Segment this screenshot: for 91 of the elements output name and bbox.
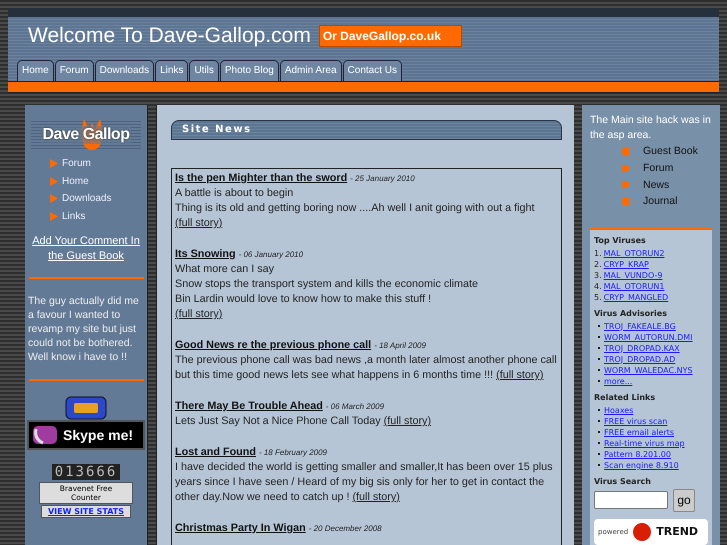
news-title-link[interactable]: Lost and Found <box>175 446 256 458</box>
advisory-link[interactable]: TROJ_DROPAD.KAX <box>604 344 680 353</box>
sidebar-link[interactable]: Forum <box>50 155 112 172</box>
related-link[interactable]: Scan engine 8.910 <box>604 460 679 470</box>
bullet-icon <box>622 164 629 172</box>
view-stats-link[interactable]: VIEW SITE STATS <box>40 505 132 518</box>
advisory-link[interactable]: WORM_AUTORUN.DMI <box>604 332 693 342</box>
news-text: A battle is about to begin <box>175 186 294 201</box>
news-title-link[interactable]: There May Be Trouble Ahead <box>175 400 323 412</box>
full-story-link[interactable]: (full story) <box>175 308 222 320</box>
panel-heading: Virus Search <box>594 476 652 486</box>
virus-link[interactable]: MAL_VUNDO-9 <box>604 270 662 280</box>
news-text: What more can I say <box>175 262 276 277</box>
virus-link[interactable]: MAL_OTORUN2 <box>604 248 664 258</box>
panel-heading: Related Links <box>594 392 656 402</box>
skype-button[interactable]: Skype me! <box>27 420 145 450</box>
news-text: Lets Just Say Not a Nice Phone Call Today (full story) <box>175 414 432 429</box>
advisory-link[interactable]: more... <box>604 376 632 386</box>
full-story-link[interactable]: (full story) <box>384 415 432 427</box>
related-link[interactable]: Real-time virus map <box>604 438 685 448</box>
news-date: - 25 January 2010 <box>350 174 415 183</box>
related-link[interactable]: Pattern 8.201.00 <box>604 450 671 459</box>
nav-tab[interactable]: Links <box>155 60 188 81</box>
advisory-link[interactable]: WORM_WALEDAC.NYS <box>604 366 693 375</box>
news-title-link[interactable]: Is the pen Mighter than the sword <box>175 172 348 184</box>
sidebar-link[interactable]: Home <box>50 172 112 190</box>
virus-link[interactable]: CRYP_KRAP <box>604 260 649 269</box>
news-text: The previous phone call was bad news ,a month later almost another phone call but this time good news lets see what happens in 6 months time !!! (full story) <box>175 353 558 383</box>
triangle-bullet-icon <box>50 212 58 221</box>
news-text: I have decided the world is getting smaller and smaller,It has been over 15 plus years since I have seen / Heard of my big sis only for her to get in contact the other day.Now we need to catch up ! (full story) <box>175 460 554 505</box>
section-header: Site News <box>171 120 562 140</box>
area-label: Forum <box>643 162 674 174</box>
rank-number: 4. <box>594 282 602 291</box>
sidebar-link[interactable]: Links <box>50 208 112 225</box>
panel-heading: Top Viruses <box>594 236 647 245</box>
quote-text: The guy actually did me a favour I wanted to revamp my site but just could not be bothered. Well know i have to !! <box>28 294 140 364</box>
advisory-link[interactable]: TROJ_FAKEALE.BG <box>604 322 676 331</box>
nav-tab[interactable]: Downloads <box>94 60 154 81</box>
virus-link[interactable]: MAL_OTORUN1 <box>604 282 664 291</box>
ball-icon <box>632 522 652 542</box>
bullet-icon <box>622 198 629 205</box>
nav-tab[interactable]: Admin Area <box>280 60 342 81</box>
hack-note: The Main site hack was in the asp area. <box>590 113 712 143</box>
site-title: Welcome To Dave-Gallop.com <box>28 24 311 48</box>
triangle-bullet-icon <box>50 194 58 204</box>
news-title-link[interactable]: Christmas Party In Wigan <box>175 522 306 534</box>
news-date: - 18 April 2009 <box>374 341 426 350</box>
full-story-link[interactable]: (full story) <box>352 491 400 503</box>
search-field[interactable] <box>594 491 668 510</box>
nav-tab[interactable]: Forum <box>54 60 94 81</box>
rank-number: 5. <box>594 292 602 302</box>
full-story-link[interactable]: (full story) <box>496 369 544 381</box>
news-date: - 18 February 2009 <box>258 448 328 457</box>
nav-tab[interactable]: Home <box>17 60 54 81</box>
bullet-icon <box>622 148 629 155</box>
hit-counter: 013666 <box>52 464 120 480</box>
guestbook-link[interactable]: Add Your Comment In the Guest Book <box>28 234 144 264</box>
rank-number: 3. <box>594 270 602 280</box>
sidebar-link[interactable]: Downloads <box>50 190 112 208</box>
news-title-link[interactable]: Good News re the previous phone call <box>175 339 372 351</box>
news-date: - 06 March 2009 <box>326 402 384 411</box>
alt-domain-label: Or DaveGallop.co.uk <box>318 25 462 47</box>
virus-link[interactable]: CRYP_MANGLED <box>604 292 668 302</box>
related-link[interactable]: FREE email alerts <box>604 428 674 437</box>
nav-tab[interactable]: Utils <box>189 60 219 81</box>
phone-icon <box>31 423 59 447</box>
triangle-bullet-icon <box>50 176 58 186</box>
news-text: Thing is its old and getting boring now ....Ah well I anit going with out a fight <box>175 201 536 216</box>
nav-tab[interactable]: Photo Blog <box>220 60 279 81</box>
news-date: - 20 December 2008 <box>308 524 382 533</box>
panel-heading: Virus Advisories <box>594 308 668 318</box>
bullet-icon <box>622 181 629 188</box>
related-link[interactable]: Hoaxes <box>604 406 634 415</box>
triangle-bullet-icon <box>50 159 58 168</box>
go-button[interactable]: go <box>673 488 695 512</box>
site-logo[interactable]: Dave Gallop <box>31 119 141 151</box>
area-label: Guest Book <box>643 145 698 158</box>
news-date: - 06 January 2010 <box>238 250 304 259</box>
area-label: Journal <box>643 195 678 208</box>
news-text: Bin Lardin would love to know how to make this stuff ! <box>175 292 432 307</box>
web-badge-icon[interactable] <box>65 396 107 420</box>
area-label: News <box>643 178 670 191</box>
news-title-link[interactable]: Its Snowing <box>175 248 236 260</box>
rank-number: 2. <box>594 260 602 269</box>
full-story-link[interactable]: (full story) <box>175 217 222 229</box>
news-text: Snow stops the transport system and kills the economic climate <box>175 277 480 292</box>
advisory-link[interactable]: TROJ_DROPAD.AD <box>604 354 676 364</box>
related-link[interactable]: FREE virus scan <box>604 416 668 426</box>
nav-tab[interactable]: Contact Us <box>342 60 402 81</box>
rank-number: 1. <box>594 248 602 258</box>
brand-label: TREND <box>656 525 698 538</box>
